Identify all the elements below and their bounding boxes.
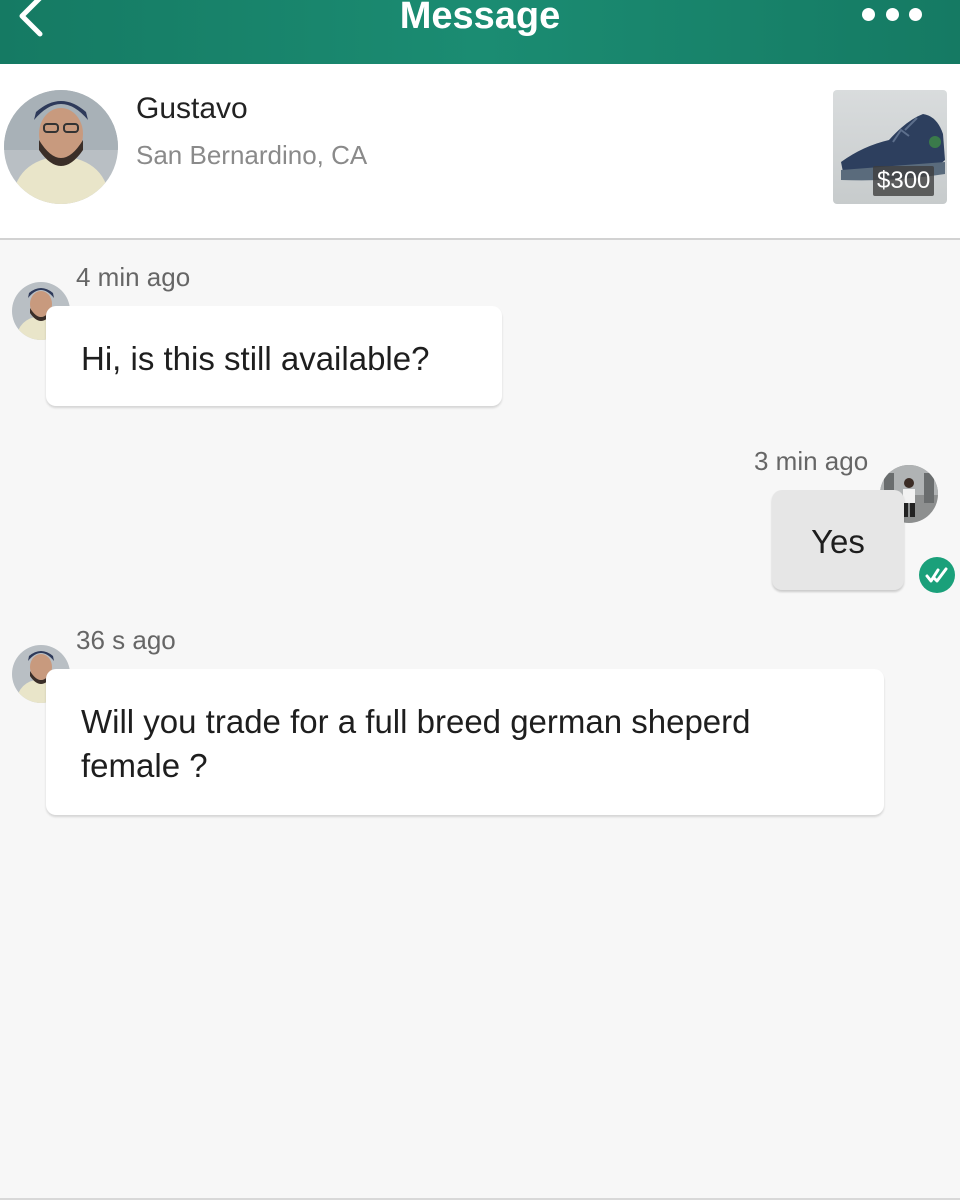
listing-thumbnail[interactable]: $300 [833,90,947,204]
double-check-icon [918,556,956,594]
message-bubble-outgoing[interactable]: Yes [772,490,904,590]
message-timestamp: 4 min ago [76,262,191,292]
page-title: Message [399,0,561,37]
contact-name[interactable]: Gustavo [136,92,248,126]
more-dots-icon[interactable] [862,6,922,22]
message-text: Yes [811,523,865,560]
message-timestamp: 36 s ago [76,625,176,655]
message-timestamp: 3 min ago [754,446,869,476]
contact-location: San Bernardino, CA [136,140,368,170]
listing-price: $300 [873,166,935,196]
message-text: Will you trade for a full breed german s… [81,703,751,784]
top-bar: Message [0,0,960,64]
conversation-header: Gustavo San Bernardino, CA $300 [0,64,960,240]
contact-avatar[interactable] [4,90,118,204]
message-bubble-incoming[interactable]: Hi, is this still available? [46,306,502,406]
message-text: Hi, is this still available? [81,340,430,377]
message-bubble-incoming[interactable]: Will you trade for a full breed german s… [46,669,884,815]
